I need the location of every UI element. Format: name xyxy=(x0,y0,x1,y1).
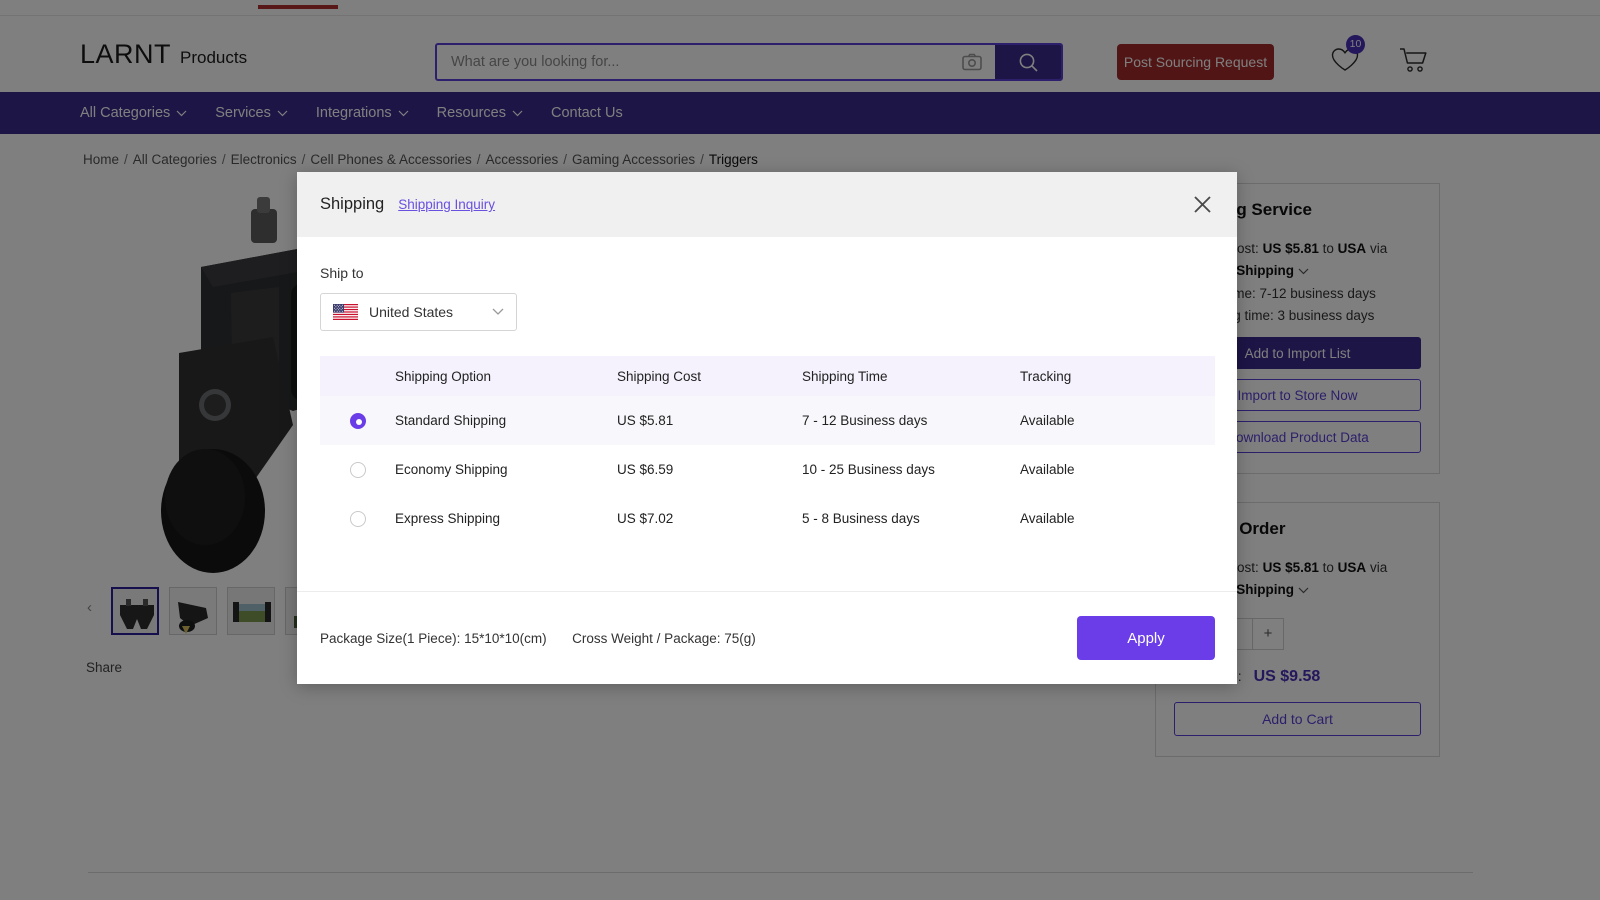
shipping-option-radio-cell[interactable] xyxy=(320,494,395,543)
shipping-option-cost: US $5.81 xyxy=(617,396,802,445)
shipping-option-radio-cell[interactable] xyxy=(320,396,395,445)
apply-button[interactable]: Apply xyxy=(1077,616,1215,660)
table-header-shipping-cost: Shipping Cost xyxy=(617,356,802,396)
gross-weight-text: Cross Weight / Package: 75(g) xyxy=(572,631,756,646)
table-row[interactable]: Express Shipping US $7.02 5 - 8 Business… xyxy=(320,494,1215,543)
radio-economy-shipping[interactable] xyxy=(350,462,366,478)
shipping-option-time: 10 - 25 Business days xyxy=(802,445,1020,494)
us-flag-icon xyxy=(333,304,358,320)
modal-header: Shipping Shipping Inquiry xyxy=(297,172,1237,237)
shipping-option-time: 5 - 8 Business days xyxy=(802,494,1020,543)
shipping-option-cost: US $6.59 xyxy=(617,445,802,494)
shipping-inquiry-link[interactable]: Shipping Inquiry xyxy=(398,197,495,212)
shipping-options-table: Shipping Option Shipping Cost Shipping T… xyxy=(320,356,1215,543)
selected-country-label: United States xyxy=(369,304,453,320)
table-header-row: Shipping Option Shipping Cost Shipping T… xyxy=(320,356,1215,396)
table-row[interactable]: Economy Shipping US $6.59 10 - 25 Busine… xyxy=(320,445,1215,494)
country-select[interactable]: United States xyxy=(320,293,517,331)
table-header-shipping-time: Shipping Time xyxy=(802,356,1020,396)
shipping-option-name: Express Shipping xyxy=(395,494,617,543)
table-header-shipping-option: Shipping Option xyxy=(395,356,617,396)
table-header-tracking: Tracking xyxy=(1020,356,1215,396)
table-header-select xyxy=(320,356,395,396)
shipping-option-radio-cell[interactable] xyxy=(320,445,395,494)
table-row[interactable]: Standard Shipping US $5.81 7 - 12 Busine… xyxy=(320,396,1215,445)
package-info: Package Size(1 Piece): 15*10*10(cm) Cros… xyxy=(320,631,756,646)
chevron-down-icon xyxy=(492,308,504,316)
us-flag-svg xyxy=(333,304,358,320)
shipping-option-cost: US $7.02 xyxy=(617,494,802,543)
shipping-option-tracking: Available xyxy=(1020,445,1215,494)
shipping-option-tracking: Available xyxy=(1020,396,1215,445)
close-icon xyxy=(1193,195,1212,214)
radio-standard-shipping[interactable] xyxy=(350,413,366,429)
shipping-option-time: 7 - 12 Business days xyxy=(802,396,1020,445)
package-size-text: Package Size(1 Piece): 15*10*10(cm) xyxy=(320,631,547,646)
radio-express-shipping[interactable] xyxy=(350,511,366,527)
shipping-option-name: Economy Shipping xyxy=(395,445,617,494)
ship-to-label: Ship to xyxy=(320,265,1215,281)
shipping-option-tracking: Available xyxy=(1020,494,1215,543)
modal-close-button[interactable] xyxy=(1189,191,1215,217)
shipping-option-name: Standard Shipping xyxy=(395,396,617,445)
modal-body: Ship to xyxy=(297,237,1237,591)
modal-title: Shipping xyxy=(320,195,384,214)
app-root: LARNT Products xyxy=(0,0,1600,900)
modal-footer: Package Size(1 Piece): 15*10*10(cm) Cros… xyxy=(297,591,1237,684)
shipping-modal: Shipping Shipping Inquiry Ship to xyxy=(297,172,1237,684)
